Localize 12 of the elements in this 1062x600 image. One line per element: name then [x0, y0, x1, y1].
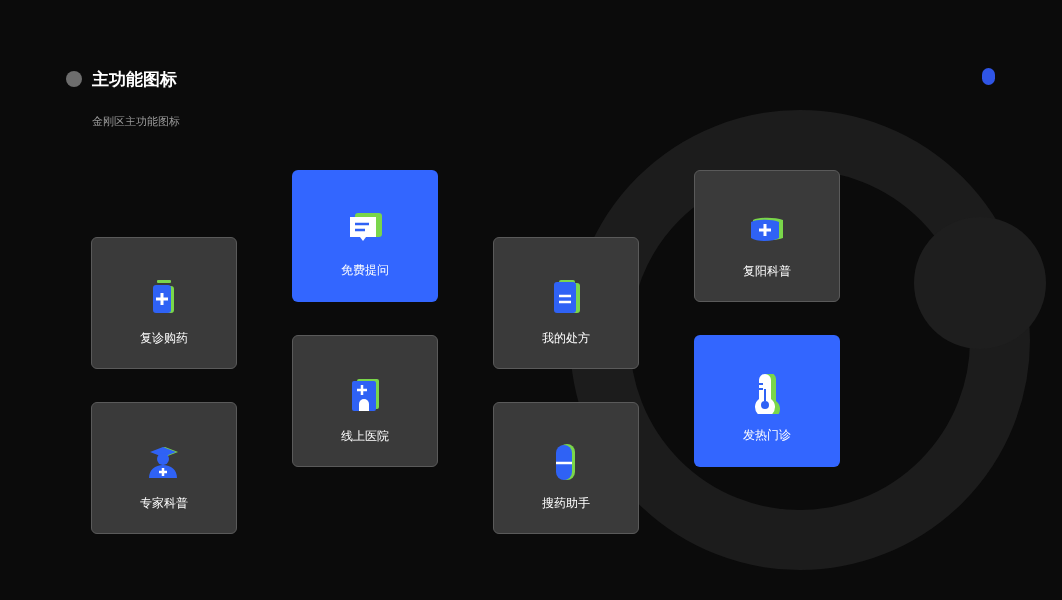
feature-tile[interactable]: 搜药助手: [493, 401, 639, 534]
feature-tile[interactable]: 我的处方: [493, 236, 639, 369]
page-subtitle: 金刚区主功能图标: [92, 114, 181, 130]
feature-tile[interactable]: 线上医院: [292, 334, 438, 467]
feature-tile[interactable]: 复诊购药: [91, 236, 237, 369]
page-title: 主功能图标: [92, 68, 177, 90]
title-orb-icon: [66, 71, 82, 87]
feature-tile[interactable]: 复阳科普: [694, 169, 840, 302]
feature-tile[interactable]: 发热门诊: [694, 334, 840, 467]
feature-tile[interactable]: 专家科普: [91, 401, 237, 534]
orb-icon: [982, 68, 995, 85]
feature-tile[interactable]: 免费提问: [292, 169, 438, 302]
